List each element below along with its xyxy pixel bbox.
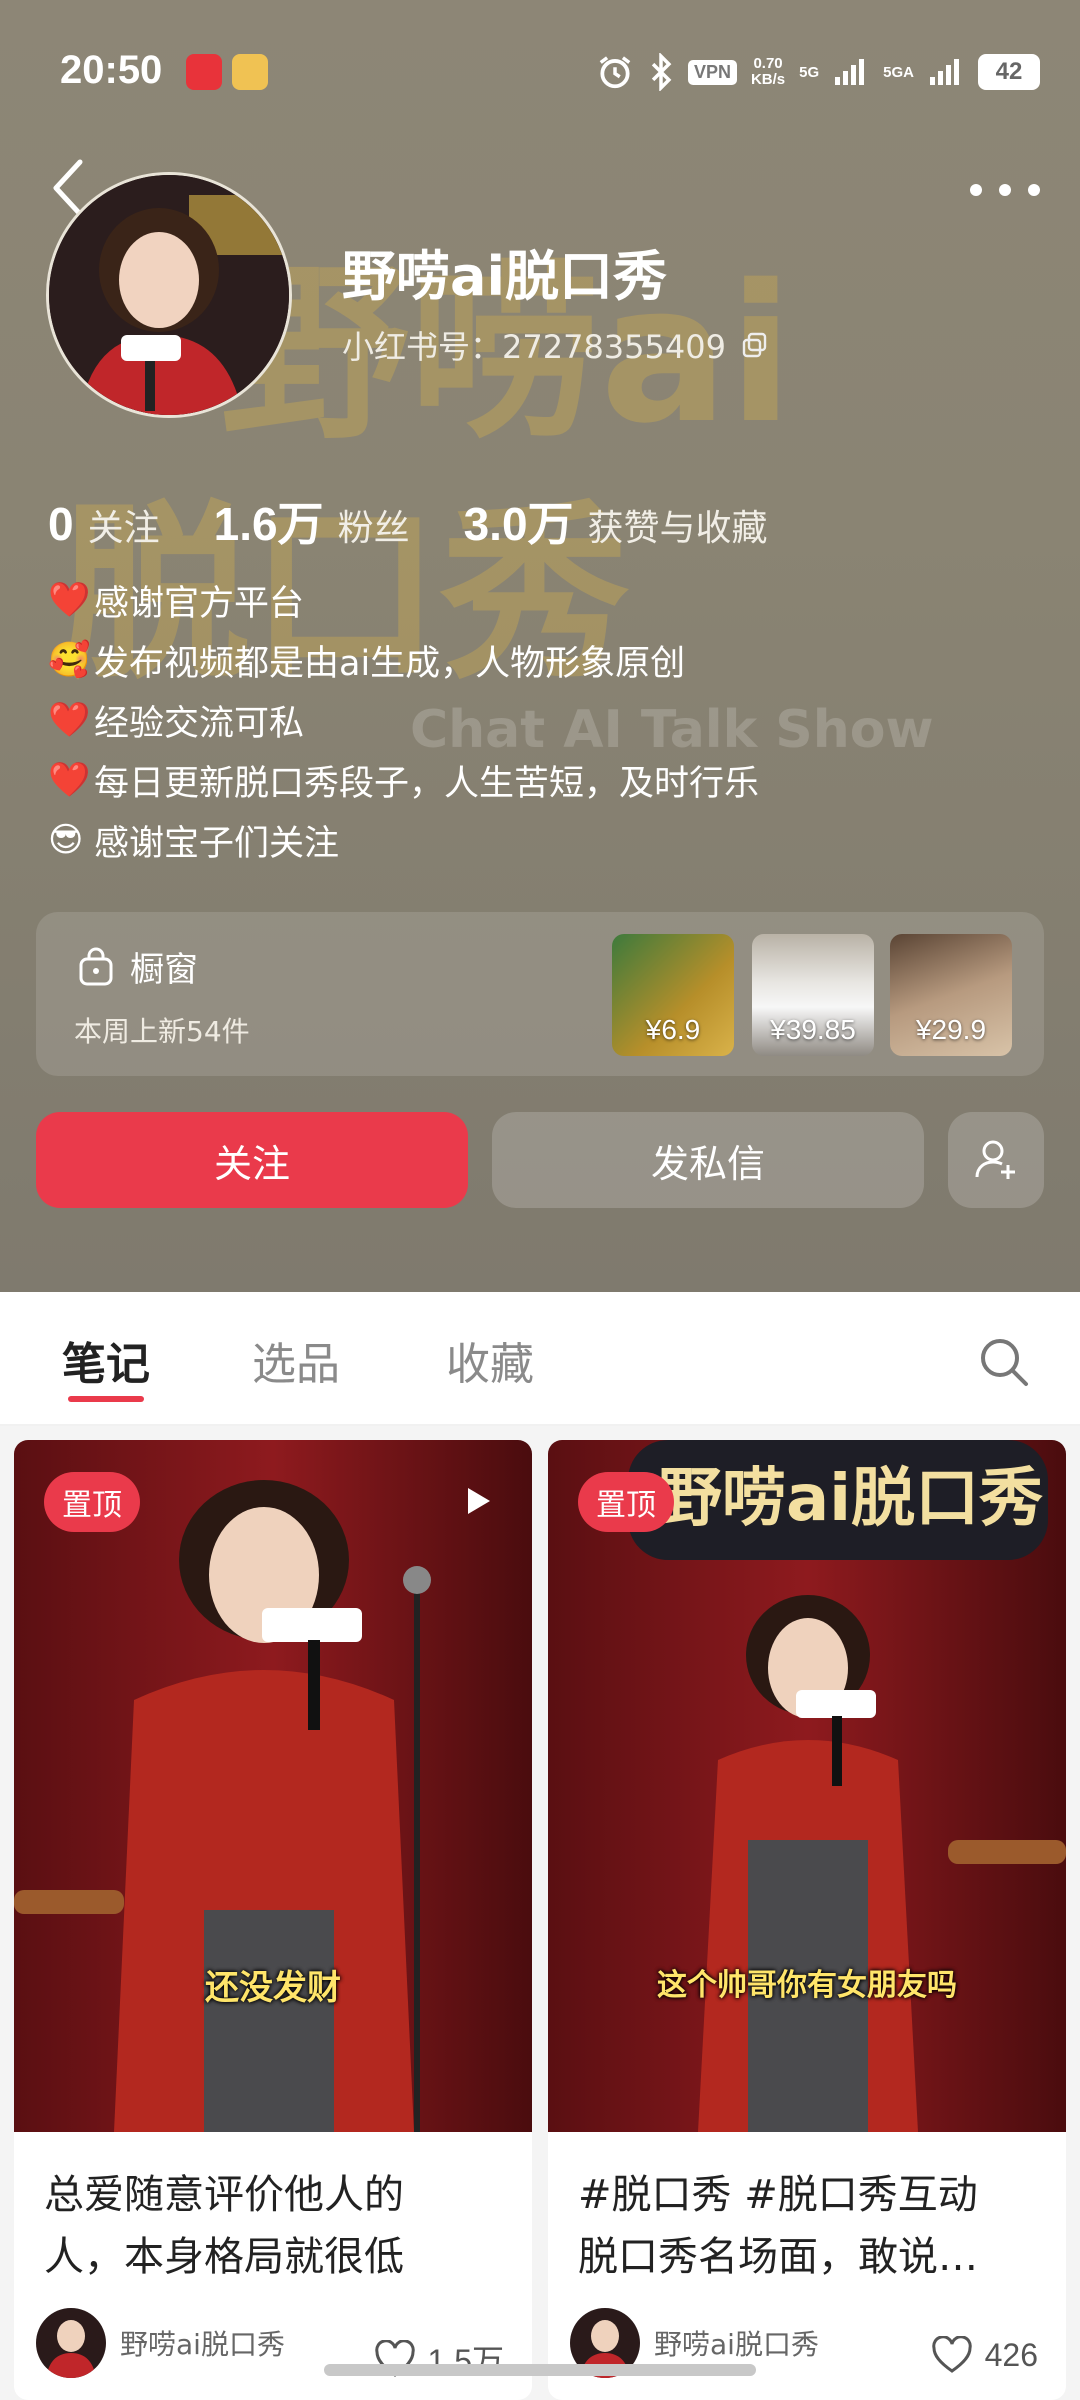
likes-count[interactable]: 3.0万 [464,488,574,554]
copy-icon[interactable] [742,332,768,358]
profile-id-text: 小红书号：27278355409 [342,328,726,366]
avatar-image [49,175,289,415]
svg-text:野唠ai脱口秀: 野唠ai脱口秀 [658,1462,1043,1536]
shop-item[interactable]: ¥39.85 [752,934,874,1056]
followers-label[interactable]: 粉丝 [338,499,410,551]
profile-bio: ❤️ 感谢官方平台 🥰 发布视频都是由ai生成，人物形象原创 ❤️ 经验交流可私 ❤️… [48,570,759,870]
sunglasses-emoji: 😎 [48,820,84,860]
cover-subtitle: 还没发财 [205,1968,341,2008]
signal-label-5g: 5G [799,63,820,81]
play-icon [468,1488,490,1514]
note-title[interactable]: 总爱随意评价他人的 人，本身格局就很低 [44,2164,504,2288]
bio-line: ❤️ 经验交流可私 [48,700,305,744]
alarm-icon [599,56,631,89]
note-card[interactable]: 野唠ai脱口秀 这个帅哥你有女朋友吗 置顶 #脱口秀 #脱口秀互动 脱口秀名场面… [548,1440,1066,2400]
shop-item[interactable]: ¥6.9 [612,934,734,1056]
avatar [36,2308,106,2378]
note-cover[interactable]: 还没发财 置顶 [14,1440,532,2132]
shop-subtitle: 本周上新54件 [74,1015,250,1048]
profile-tabs: 笔记 选品 收藏 [0,1292,1080,1426]
shop-title: 橱窗 [78,942,198,991]
cover-image: 野唠ai脱口秀 [548,1440,1066,2132]
shop-item-price: ¥6.9 [645,1014,701,1045]
likes-label[interactable]: 获赞与收藏 [588,499,768,551]
netease-music-icon [186,54,222,90]
follow-button[interactable]: 关注 [36,1112,468,1208]
active-tab-indicator [68,1396,144,1402]
search-icon[interactable] [976,1334,1032,1390]
heart-icon [931,2336,972,2373]
note-cover[interactable]: 野唠ai脱口秀 这个帅哥你有女朋友吗 置顶 [548,1440,1066,2132]
app-notification-icon [232,54,268,90]
note-title[interactable]: #脱口秀 #脱口秀互动 脱口秀名场面，敢说… [578,2164,1038,2288]
profile-stats: 0 关注 1.6万 粉丝 3.0万 获赞与收藏 [48,488,822,554]
bio-line: ❤️ 感谢官方平台 [48,580,305,624]
followers-count[interactable]: 1.6万 [214,488,324,554]
bio-line: 🥰 发布视频都是由ai生成，人物形象原创 [48,640,686,684]
pinned-badge: 置顶 [44,1472,140,1532]
author-name: 野唠ai脱口秀 [120,2328,285,2361]
add-user-icon [975,1140,1015,1179]
cover-image [14,1440,532,2132]
status-indicators: VPN 0.70 KB/s 5G 5GA 42 [596,50,1040,94]
heart-emoji: ❤️ [48,760,91,800]
cover-subtitle: 这个帅哥你有女朋友吗 [657,1968,957,2003]
smiling-face-emoji: 🥰 [48,640,91,680]
more-button[interactable] [970,170,1040,210]
following-label[interactable]: 关注 [88,499,160,551]
shop-window-card[interactable]: 橱窗 本周上新54件 ¥6.9 ¥39.85 ¥29.9 [36,912,1044,1076]
following-count[interactable]: 0 [48,497,74,551]
status-time: 20:50 [60,48,163,92]
heart-emoji: ❤️ [48,580,91,620]
more-icon [970,184,982,196]
shop-item-price: ¥29.9 [915,1014,987,1045]
bio-line: 😎 感谢宝子们关注 [48,820,340,864]
note-author[interactable]: 野唠ai脱口秀 [36,2308,285,2378]
like-count[interactable]: 426 [931,2336,1038,2374]
tab-collections[interactable]: 收藏 [446,1328,534,1392]
author-name: 野唠ai脱口秀 [654,2328,819,2361]
bag-icon [79,947,113,985]
status-bar: 20:50 VPN 0.70 KB/s 5G 5GA 42 [0,0,1080,150]
profile-name: 野唠ai脱口秀 [342,245,667,308]
tab-selections[interactable]: 选品 [252,1328,340,1392]
notes-feed: 还没发财 置顶 总爱随意评价他人的 人，本身格局就很低 野唠ai脱口秀 1.5万 [0,1426,1080,2400]
add-friend-button[interactable] [948,1112,1044,1208]
battery-indicator: 42 [978,54,1040,90]
signal-bars-icon [835,59,865,85]
profile-avatar[interactable] [46,172,292,418]
signal-bars-icon [930,59,959,85]
heart-emoji: ❤️ [48,700,91,740]
bio-line: ❤️ 每日更新脱口秀段子，人生苦短，及时行乐 [48,760,760,804]
profile-id: 小红书号：27278355409 [342,322,768,368]
tab-notes[interactable]: 笔记 [62,1328,150,1392]
pinned-badge: 置顶 [578,1472,674,1532]
vpn-badge: VPN [687,59,737,85]
bluetooth-icon [651,53,672,91]
signal-label-5ga: 5GA [883,63,914,81]
network-speed: 0.70 KB/s [750,55,786,88]
shop-item-price: ¥39.85 [770,1014,856,1045]
note-card[interactable]: 还没发财 置顶 总爱随意评价他人的 人，本身格局就很低 野唠ai脱口秀 1.5万 [14,1440,532,2400]
home-indicator[interactable] [324,2364,756,2376]
message-button[interactable]: 发私信 [492,1112,924,1208]
shop-item[interactable]: ¥29.9 [890,934,1012,1056]
